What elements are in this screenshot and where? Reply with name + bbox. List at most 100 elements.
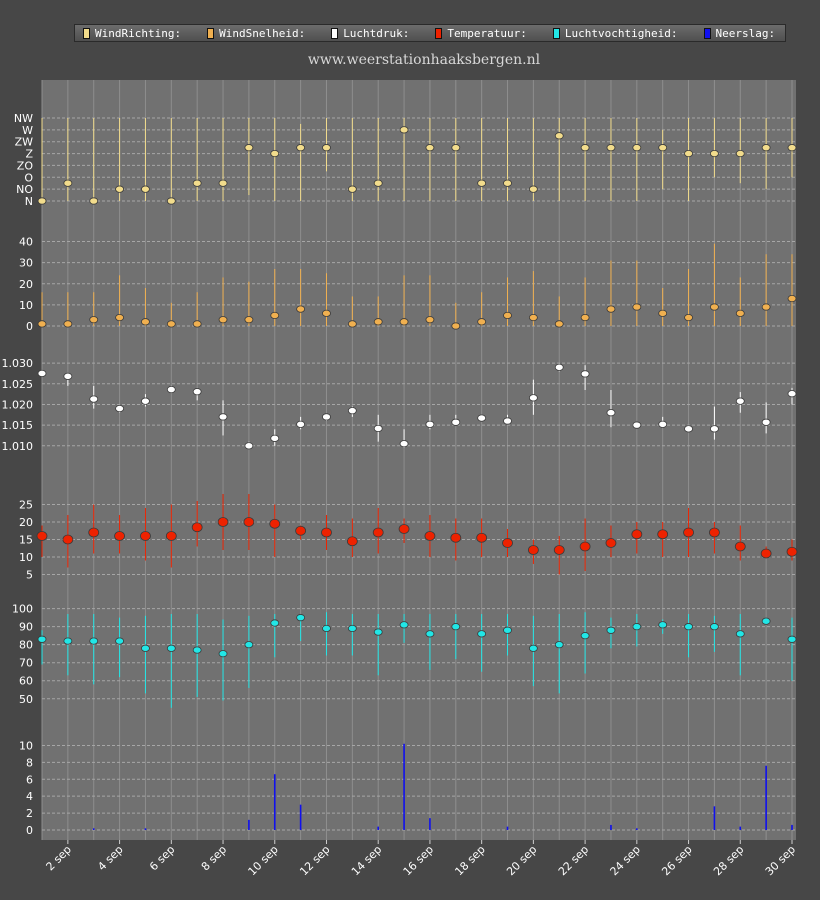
data-point [632, 421, 642, 429]
data-point [89, 637, 99, 645]
data-point [503, 179, 512, 187]
data-point [710, 623, 719, 631]
y-tick-label: 80 [19, 639, 33, 652]
data-point [244, 641, 254, 649]
data-point [735, 309, 745, 317]
data-point [477, 318, 487, 326]
data-point [89, 395, 99, 403]
x-tick-label: 18 sep [452, 843, 487, 878]
data-point [62, 534, 74, 545]
y-tick-label: 15 [19, 534, 33, 547]
data-point [347, 407, 357, 415]
data-point [63, 320, 73, 328]
y-tick-label: 1.025 [2, 378, 34, 391]
x-tick-label: 8 sep [199, 843, 229, 873]
x-tick-label: 14 sep [349, 843, 384, 878]
data-point [191, 522, 203, 533]
y-tick-label: NW [14, 112, 33, 125]
y-tick-label: 20 [19, 516, 33, 529]
data-point [218, 316, 228, 324]
data-point [477, 630, 487, 638]
y-tick-label: 25 [19, 499, 33, 512]
x-tick-label: 10 sep [246, 843, 281, 878]
data-point [580, 370, 590, 378]
y-tick-label: 1.030 [2, 357, 34, 370]
data-point [322, 624, 331, 633]
x-tick-label: 16 sep [401, 843, 436, 878]
data-point [37, 635, 47, 643]
data-point [115, 185, 124, 193]
y-tick-label: Z [25, 148, 33, 161]
data-point [37, 320, 47, 328]
data-point [553, 545, 565, 555]
data-point [89, 197, 99, 205]
data-point [192, 646, 202, 654]
data-point [166, 320, 176, 328]
y-tick-label: 90 [19, 621, 33, 634]
data-point [735, 397, 745, 405]
data-point [528, 394, 538, 402]
data-point [684, 313, 693, 322]
y-tick-label: 70 [19, 657, 33, 670]
data-point [373, 424, 383, 433]
weather-chart: NNOOZOZZWWNW0102030401.0101.0151.0201.02… [2, 80, 798, 878]
data-point [399, 621, 409, 629]
data-point [657, 529, 669, 540]
data-point [296, 305, 306, 313]
y-tick-label: 8 [26, 756, 33, 769]
data-point [399, 126, 409, 134]
data-point [269, 518, 281, 529]
x-tick-label: 24 sep [608, 843, 643, 878]
data-point [787, 144, 797, 152]
data-point [554, 641, 564, 649]
data-point [710, 149, 719, 158]
data-point [631, 529, 643, 540]
data-point [270, 434, 280, 442]
data-point [761, 617, 771, 625]
data-point [528, 185, 538, 193]
data-point [217, 517, 229, 527]
y-tick-label: 1.010 [2, 440, 34, 453]
data-point [89, 316, 99, 324]
data-point [503, 626, 512, 634]
data-point [450, 532, 462, 543]
data-point [684, 623, 693, 631]
data-point [192, 320, 202, 328]
data-point [502, 538, 513, 548]
data-point [605, 538, 617, 548]
data-point [684, 425, 693, 433]
data-point [166, 644, 176, 652]
data-point [761, 144, 771, 152]
data-point [632, 623, 642, 631]
x-tick-label: 6 sep [147, 843, 177, 873]
y-tick-label: 30 [19, 257, 33, 270]
y-tick-label: 6 [26, 773, 33, 786]
data-point [786, 546, 798, 557]
y-tick-label: 60 [19, 675, 33, 688]
x-tick-label: 30 sep [763, 843, 798, 878]
data-point [451, 144, 461, 152]
y-tick-label: 40 [19, 236, 33, 249]
data-point [321, 527, 332, 538]
data-point [373, 179, 383, 187]
data-point [218, 650, 228, 658]
data-point [632, 303, 642, 311]
data-point [477, 179, 487, 187]
y-tick-label: ZW [15, 136, 34, 149]
x-tick-label: 4 sep [95, 843, 125, 873]
data-point [114, 531, 125, 541]
data-point [735, 149, 745, 158]
data-point [218, 413, 228, 421]
data-point [141, 318, 150, 326]
x-tick-label: 20 sep [504, 843, 539, 878]
y-tick-label: NO [16, 183, 33, 196]
data-point [735, 630, 745, 638]
y-tick-label: 0 [26, 320, 33, 333]
x-tick-label: 12 sep [297, 843, 332, 878]
data-point [322, 309, 331, 317]
x-tick-label: 26 sep [659, 843, 694, 878]
data-point [398, 524, 410, 534]
data-point [606, 409, 616, 417]
data-point [606, 144, 616, 152]
data-point [503, 417, 512, 425]
